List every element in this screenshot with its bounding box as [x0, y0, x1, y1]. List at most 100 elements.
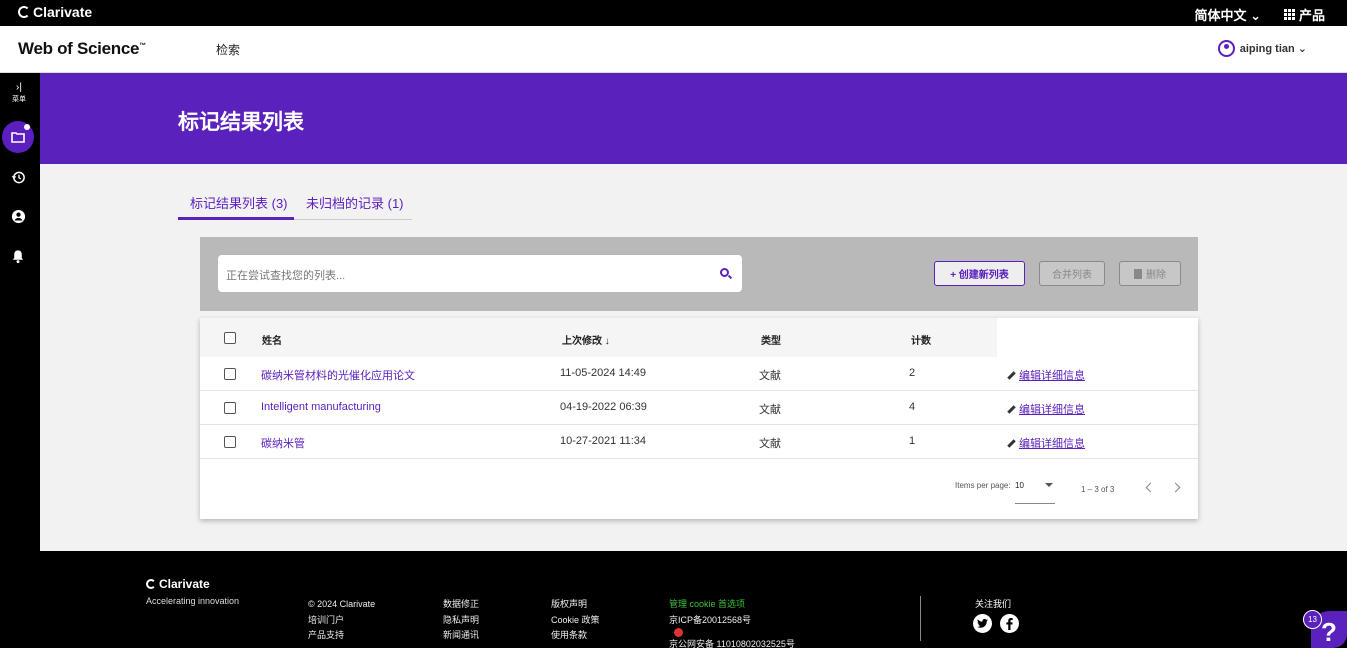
- footer-link-terms[interactable]: 使用条款: [551, 628, 600, 644]
- products-menu[interactable]: 产品: [1283, 5, 1325, 24]
- edit-details-label: 编辑详细信息: [1019, 370, 1085, 382]
- grid-icon: [1283, 9, 1295, 20]
- expand-menu-label: 菜单: [12, 96, 26, 103]
- column-header-count[interactable]: 计数: [911, 332, 931, 347]
- user-account-icon: [1217, 40, 1235, 57]
- modified-date: 04-19-2022 06:39: [560, 401, 647, 413]
- previous-page-icon[interactable]: [1145, 482, 1156, 493]
- items-per-page-label: Items per page:: [955, 481, 1011, 490]
- footer-link-data-correction[interactable]: 数据修正: [443, 597, 479, 613]
- footer-link-privacy[interactable]: 隐私声明: [443, 613, 479, 629]
- table-row: 碳纳米管 10-27-2021 11:34 文献 1 编辑详细信息: [200, 425, 1198, 459]
- active-tab-indicator: [178, 217, 294, 220]
- table-row: Intelligent manufacturing 04-19-2022 06:…: [200, 391, 1198, 425]
- edit-details-link[interactable]: 编辑详细信息: [1007, 367, 1085, 383]
- pencil-icon: [1007, 370, 1016, 380]
- history-icon: [11, 171, 25, 183]
- tab-label: 标记结果列表 (3): [190, 196, 288, 211]
- list-toolbar: 正在尝试查找您的列表... + 创建新列表 合并列表 删除: [200, 237, 1198, 311]
- footer-logo[interactable]: Clarivate: [146, 577, 210, 591]
- page-hero: 标记结果列表: [40, 73, 1347, 164]
- tab-marked-lists[interactable]: 标记结果列表 (3): [178, 193, 294, 220]
- footer-divider: [920, 596, 921, 641]
- edit-details-link[interactable]: 编辑详细信息: [1007, 401, 1085, 417]
- create-list-button[interactable]: + 创建新列表: [934, 261, 1025, 286]
- products-label: 产品: [1298, 8, 1325, 23]
- user-menu[interactable]: aiping tian ⌄: [1217, 40, 1307, 57]
- notification-dot: [24, 124, 30, 130]
- footer-tagline: Accelerating innovation: [146, 596, 240, 606]
- facebook-icon[interactable]: [1000, 614, 1019, 633]
- list-name-link[interactable]: Intelligent manufacturing: [261, 401, 381, 413]
- manage-cookie-preferences-link[interactable]: 管理 cookie 首选项: [669, 597, 795, 613]
- footer-copyright: © 2024 Clarivate: [308, 599, 376, 609]
- profile-icon: [11, 209, 25, 223]
- list-name-link[interactable]: 碳纳米管材料的光催化应用论文: [261, 367, 415, 383]
- footer-link-support[interactable]: 产品支持: [308, 628, 375, 644]
- column-header-modified[interactable]: 上次修改 ↓: [562, 332, 610, 347]
- edit-details-link[interactable]: 编辑详细信息: [1007, 435, 1085, 451]
- footer-link-copyright[interactable]: 版权声明: [551, 597, 600, 613]
- clarivate-logo-text: Clarivate: [33, 4, 93, 20]
- footer-column-3: 版权声明 Cookie 政策 使用条款: [551, 597, 600, 644]
- trademark-mark: ™: [139, 42, 146, 50]
- delete-button[interactable]: 删除: [1119, 261, 1181, 286]
- app-frame: Clarivate 简体中文 ⌄ 产品 Web of Science™ 检索 a…: [0, 0, 1347, 648]
- profile-nav-button[interactable]: [10, 208, 26, 224]
- select-underline: [1015, 503, 1055, 504]
- list-type: 文献: [759, 404, 781, 416]
- footer-link-cookie-policy[interactable]: Cookie 政策: [551, 613, 600, 629]
- record-count: 4: [909, 401, 916, 413]
- record-count: 2: [909, 367, 916, 379]
- twitter-icon[interactable]: [973, 614, 992, 633]
- product-title[interactable]: Web of Science™: [18, 39, 146, 59]
- footer-link-training[interactable]: 培训门户: [308, 613, 375, 629]
- folder-icon: [11, 132, 25, 143]
- follow-us-label: 关注我们: [975, 599, 1012, 609]
- footer-column-1: © 2024 Clarivate 培训门户 产品支持: [308, 597, 375, 644]
- alerts-nav-button[interactable]: [10, 248, 26, 264]
- footer-column-2: 数据修正 隐私声明 新闻通讯: [443, 597, 479, 644]
- dropdown-caret-icon[interactable]: [1045, 483, 1053, 487]
- nav-search-link[interactable]: 检索: [216, 41, 240, 58]
- search-icon[interactable]: [720, 268, 729, 277]
- history-nav-button[interactable]: [10, 169, 26, 185]
- trash-icon: [1134, 268, 1142, 279]
- row-checkbox[interactable]: [224, 368, 236, 380]
- edit-details-label: 编辑详细信息: [1019, 438, 1085, 450]
- pencil-icon: [1007, 404, 1016, 414]
- footer-logo-text: Clarivate: [159, 577, 210, 591]
- expand-menu-button[interactable]: ›| 菜单: [8, 83, 30, 105]
- bell-icon: [12, 249, 24, 263]
- row-checkbox[interactable]: [224, 436, 236, 448]
- user-name: aiping tian ⌄: [1239, 43, 1307, 55]
- column-header-name[interactable]: 姓名: [262, 332, 282, 347]
- marked-list-nav-button[interactable]: [2, 121, 34, 153]
- marked-lists-table: 姓名 上次修改 ↓ 类型 计数 碳纳米管材料的光催化应用论文 11-05-202…: [200, 318, 1198, 519]
- delete-label: 删除: [1146, 270, 1166, 281]
- select-all-checkbox[interactable]: [224, 332, 236, 344]
- table-header: 姓名 上次修改 ↓ 类型 计数: [200, 318, 1198, 357]
- search-input[interactable]: 正在尝试查找您的列表...: [218, 255, 742, 292]
- language-selector[interactable]: 简体中文 ⌄: [1194, 5, 1261, 24]
- product-name: Web of Science: [18, 39, 140, 58]
- merge-lists-button[interactable]: 合并列表: [1039, 261, 1105, 286]
- next-page-icon[interactable]: [1170, 482, 1181, 493]
- help-notification-badge: 13: [1303, 610, 1322, 629]
- clarivate-logo[interactable]: Clarivate: [18, 4, 92, 20]
- list-tabs: 标记结果列表 (3) 未归档的记录 (1): [178, 188, 412, 220]
- footer-link-newsletter[interactable]: 新闻通讯: [443, 628, 479, 644]
- column-header-type[interactable]: 类型: [761, 332, 781, 347]
- pencil-icon: [1007, 438, 1016, 448]
- clarivate-logo-icon: [146, 579, 156, 589]
- police-badge-icon: [674, 628, 683, 637]
- icp-license-link[interactable]: 京ICP备20012568号: [669, 613, 795, 629]
- police-record-link[interactable]: 京公网安备 11010802032525号: [669, 637, 795, 648]
- expand-icon: ›|: [16, 82, 22, 93]
- list-name-link[interactable]: 碳纳米管: [261, 435, 305, 451]
- footer-column-4: 管理 cookie 首选项 京ICP备20012568号京公网安备 110108…: [669, 597, 795, 648]
- list-type: 文献: [759, 370, 781, 382]
- items-per-page-select[interactable]: 10: [1015, 481, 1024, 490]
- tab-unfiled-records[interactable]: 未归档的记录 (1): [306, 193, 404, 212]
- row-checkbox[interactable]: [224, 402, 236, 414]
